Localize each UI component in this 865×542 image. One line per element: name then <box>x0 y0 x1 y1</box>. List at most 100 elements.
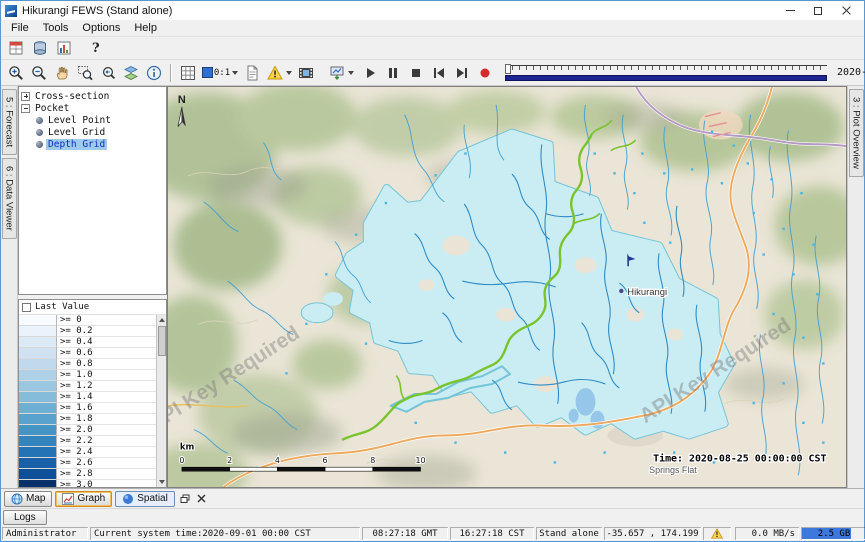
tab-graph[interactable]: Graph <box>55 491 112 507</box>
legend-row: >= 1.6 <box>19 403 156 414</box>
app-window: Hikurangi FEWS (Stand alone) File Tools … <box>0 0 865 542</box>
legend-swatch <box>19 436 57 447</box>
window-title: Hikurangi FEWS (Stand alone) <box>22 5 172 17</box>
info-button[interactable] <box>143 62 165 83</box>
maximize-icon <box>814 7 822 15</box>
status-memory-usage: 2.5 GB <box>801 527 865 540</box>
collapse-icon[interactable] <box>21 104 30 113</box>
main-toolbar: ? <box>1 37 864 60</box>
maximize-button[interactable] <box>804 2 832 19</box>
record-button[interactable] <box>474 62 496 83</box>
legend-row: >= 0 <box>19 315 156 326</box>
legend-label: >= 0.2 <box>57 326 156 337</box>
legend-rows: >= 0 >= 0.2 >= 0.4 >= 0.6 >= 0.8 >= 1.0 … <box>19 315 156 487</box>
menu-tools[interactable]: Tools <box>36 21 76 35</box>
expand-icon[interactable] <box>21 92 30 101</box>
titlebar: Hikurangi FEWS (Stand alone) <box>1 1 864 20</box>
animation-button[interactable] <box>295 62 317 83</box>
stop-button[interactable] <box>405 62 427 83</box>
scroll-down-button[interactable] <box>157 477 166 487</box>
reports-button[interactable] <box>53 38 75 59</box>
tab-plot-overview[interactable]: 3 : Plot Overview <box>849 89 864 177</box>
zoom-box-button[interactable] <box>74 62 96 83</box>
close-button[interactable] <box>832 2 860 19</box>
time-slider-thumb[interactable] <box>505 64 511 74</box>
time-slider[interactable] <box>505 64 827 82</box>
spatial-icon <box>122 493 134 505</box>
status-bar: Administrator Current system time:2020-0… <box>1 526 864 541</box>
scrollbar-thumb[interactable] <box>158 326 166 356</box>
legend-header: Last Value <box>19 300 166 315</box>
layers-button[interactable] <box>120 62 142 83</box>
tab-map-label: Map <box>26 493 45 504</box>
display-scale-value: 0:1 <box>214 68 230 78</box>
close-icon <box>842 6 851 15</box>
tree-node-label: Depth Grid <box>46 139 107 150</box>
legend-row: >= 1.8 <box>19 414 156 425</box>
pause-button[interactable] <box>382 62 404 83</box>
left-panel: Cross-section Pocket Level Point Level G… <box>18 86 167 488</box>
logs-button[interactable]: Logs <box>3 510 47 525</box>
database-icon <box>8 40 24 56</box>
legend-label: >= 1.8 <box>57 414 156 425</box>
chevron-down-icon <box>348 71 354 75</box>
tab-spatial[interactable]: Spatial <box>115 491 175 507</box>
legend-row: >= 1.4 <box>19 392 156 403</box>
legend-label: >= 2.2 <box>57 436 156 447</box>
help-label: ? <box>92 41 100 56</box>
window-controls <box>776 2 860 19</box>
scale-unit: km <box>180 441 195 451</box>
database-button[interactable] <box>5 38 27 59</box>
tab-map[interactable]: Map <box>4 491 52 507</box>
last-value-checkbox[interactable] <box>22 303 31 312</box>
main-area: 5 : Forecast 6 : Data Viewer Cross-secti… <box>1 86 864 488</box>
dock-restore-button[interactable] <box>178 492 192 506</box>
tree-node-pocket[interactable]: Pocket <box>21 102 164 114</box>
archive-button[interactable] <box>29 38 51 59</box>
skip-start-button[interactable] <box>428 62 450 83</box>
legend-row: >= 2.2 <box>19 436 156 447</box>
map-time-label: Time: 2020-08-25 00:00:00 CST <box>653 452 826 464</box>
map-canvas[interactable]: Hikurangi Springs Flat API Key Required … <box>167 86 847 488</box>
tab-graph-label: Graph <box>77 493 105 504</box>
zoom-previous-button[interactable] <box>97 62 119 83</box>
tree-node-depth-grid[interactable]: Depth Grid <box>21 138 164 150</box>
menu-help[interactable]: Help <box>127 21 164 35</box>
export-icon <box>328 64 346 82</box>
skip-end-button[interactable] <box>451 62 473 83</box>
tree-node-level-grid[interactable]: Level Grid <box>21 126 164 138</box>
tab-forecast[interactable]: 5 : Forecast <box>2 89 17 155</box>
tab-data-viewer[interactable]: 6 : Data Viewer <box>2 158 17 239</box>
legend-label: >= 0.8 <box>57 359 156 370</box>
tree-node-level-point[interactable]: Level Point <box>21 114 164 126</box>
scroll-up-button[interactable] <box>157 315 166 325</box>
minimize-button[interactable] <box>776 2 804 19</box>
play-button[interactable] <box>359 62 381 83</box>
pan-hand-icon <box>53 64 71 82</box>
pan-button[interactable] <box>51 62 73 83</box>
grid-display-button[interactable] <box>177 62 199 83</box>
town-label: Hikurangi <box>627 286 667 297</box>
display-scale-dropdown[interactable]: 0:1 <box>200 62 240 83</box>
timeseries-dialog-button[interactable] <box>241 62 263 83</box>
export-dropdown[interactable] <box>324 62 358 83</box>
menu-file[interactable]: File <box>4 21 36 35</box>
menu-options[interactable]: Options <box>75 21 127 35</box>
layers-icon <box>122 64 140 82</box>
tree-node-label: Cross-section <box>33 91 111 102</box>
tree-node-label: Level Grid <box>46 127 107 138</box>
help-button[interactable]: ? <box>77 38 101 59</box>
legend-swatch <box>19 458 57 469</box>
tree-node-label: Level Point <box>46 115 113 126</box>
legend-swatch <box>19 469 57 480</box>
legend-scrollbar[interactable] <box>156 315 166 487</box>
zoom-in-button[interactable] <box>5 62 27 83</box>
status-warning-cell[interactable] <box>703 527 731 540</box>
skip-end-icon <box>453 64 471 82</box>
dock-close-button[interactable] <box>195 492 209 506</box>
legend-row: >= 2.8 <box>19 469 156 480</box>
warnings-dropdown[interactable] <box>264 62 294 83</box>
zoom-out-button[interactable] <box>28 62 50 83</box>
status-download-rate: 0.0 MB/s <box>735 527 799 540</box>
tree-node-cross-section[interactable]: Cross-section <box>21 90 164 102</box>
